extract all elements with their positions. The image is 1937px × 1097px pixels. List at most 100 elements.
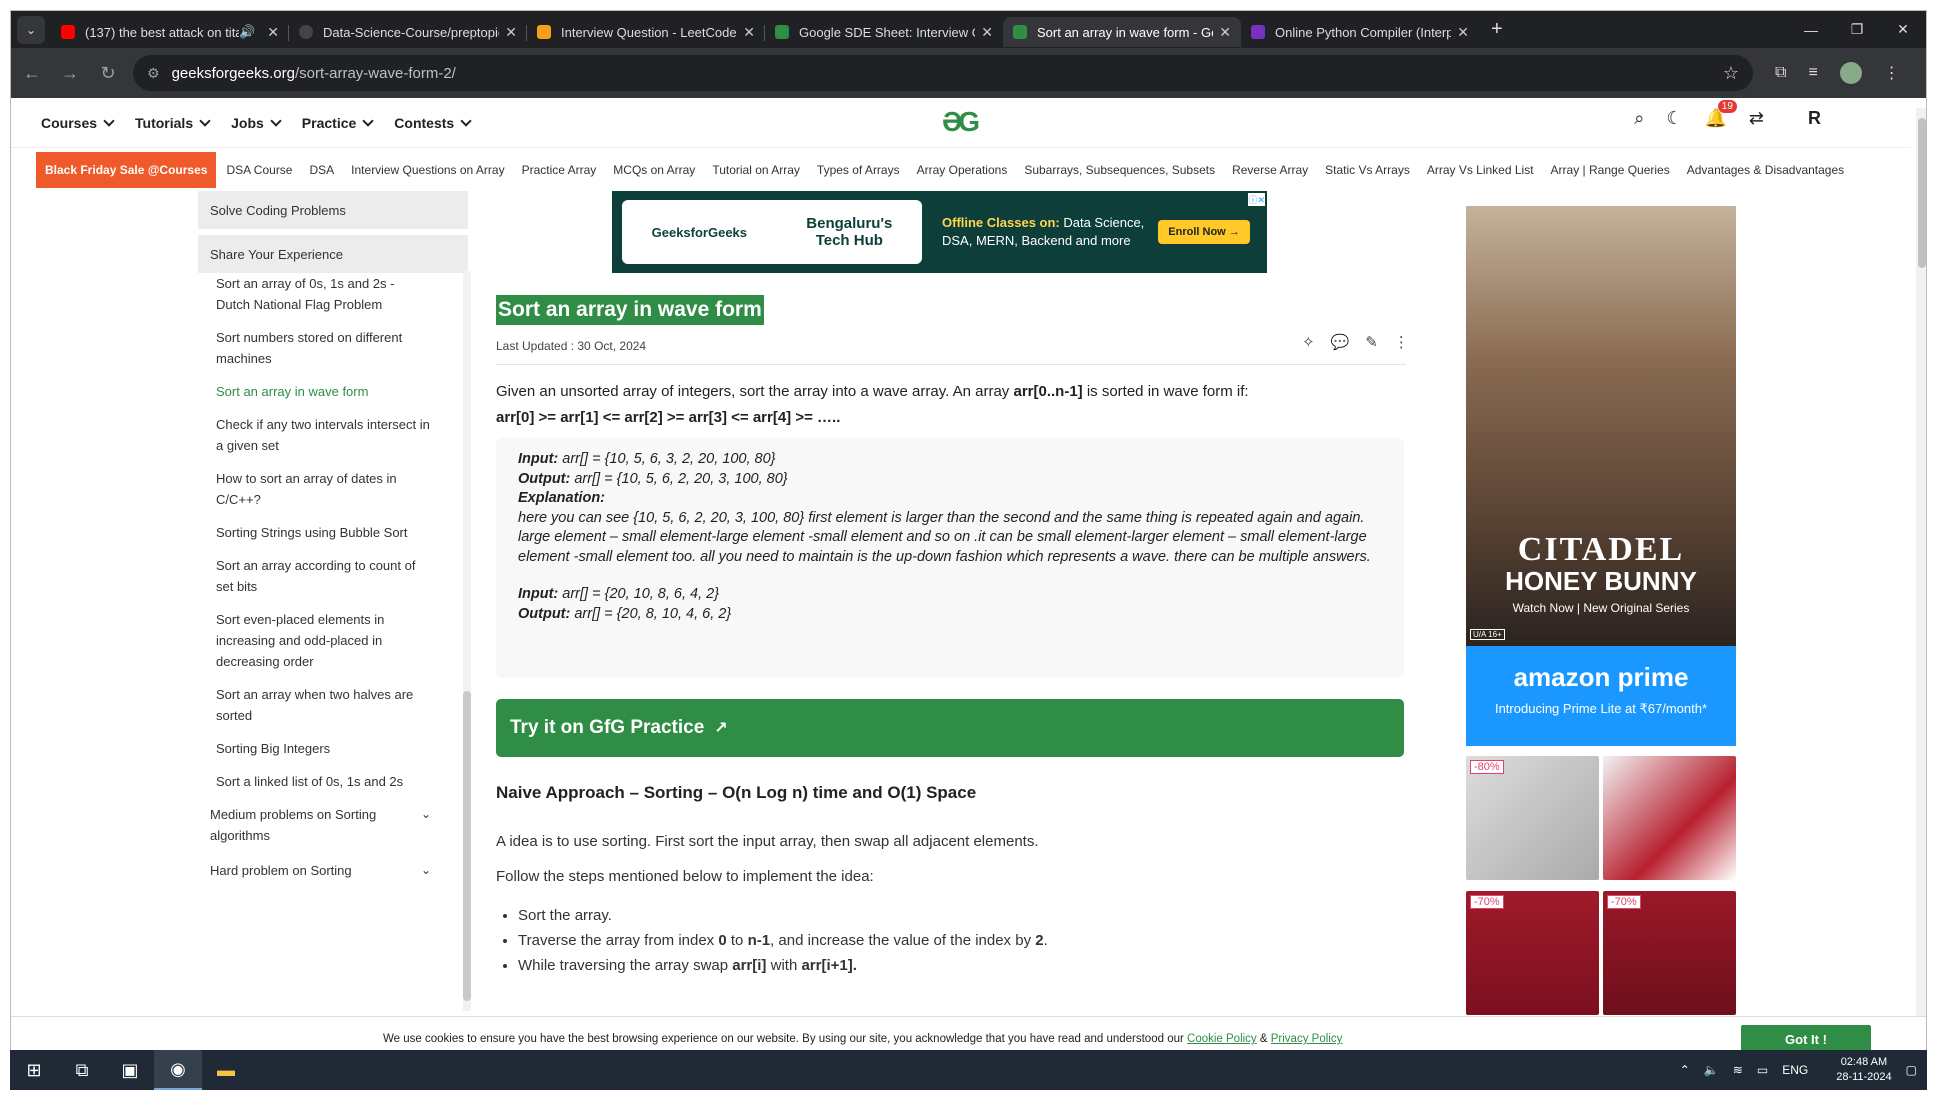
browser-tab[interactable]: Online Python Compiler (Interp ✕ bbox=[1241, 17, 1479, 47]
sidebar-scrollbar[interactable] bbox=[463, 271, 471, 1011]
dark-mode-icon[interactable]: ☾ bbox=[1666, 108, 1682, 129]
search-icon[interactable]: ⌕ bbox=[1634, 108, 1644, 129]
menu-contests[interactable]: Contests bbox=[394, 115, 470, 131]
sidebar-item[interactable]: Sort a linked list of 0s, 1s and 2s bbox=[198, 769, 448, 794]
reload-icon[interactable]: ↻ bbox=[91, 56, 125, 90]
back-icon[interactable]: ← bbox=[15, 56, 49, 90]
battery-icon[interactable]: ▭ bbox=[1757, 1063, 1768, 1077]
subnav-link[interactable]: MCQs on Array bbox=[613, 163, 695, 177]
shoe-ad-tile[interactable]: -70% bbox=[1466, 890, 1599, 1015]
menu-practice[interactable]: Practice bbox=[302, 115, 372, 131]
close-tab-icon[interactable]: ✕ bbox=[267, 24, 279, 41]
minimize-icon[interactable]: — bbox=[1788, 11, 1834, 48]
subnav-link[interactable]: Tutorial on Array bbox=[712, 163, 800, 177]
menu-jobs[interactable]: Jobs bbox=[231, 115, 280, 131]
subnav-link[interactable]: Array | Range Queries bbox=[1551, 163, 1670, 177]
sidebar-item[interactable]: Sort even-placed elements in increasing … bbox=[198, 607, 448, 674]
privacy-policy-link[interactable]: Privacy Policy bbox=[1271, 1033, 1343, 1045]
volume-icon[interactable]: 🔈 bbox=[1704, 1063, 1719, 1077]
browser-tab[interactable]: Interview Question - LeetCode ✕ bbox=[527, 17, 765, 47]
chrome-app-icon[interactable]: ◉ bbox=[154, 1050, 202, 1090]
browser-tab-active[interactable]: Sort an array in wave form - Ge ✕ bbox=[1003, 17, 1241, 47]
sidebar-item[interactable]: Check if any two intervals intersect in … bbox=[198, 412, 448, 458]
browser-tab[interactable]: Google SDE Sheet: Interview Qu ✕ bbox=[765, 17, 1003, 47]
bell-icon[interactable]: 🔔 19 bbox=[1704, 100, 1737, 129]
close-tab-icon[interactable]: ✕ bbox=[1219, 24, 1231, 41]
sidebar-header-solve[interactable]: Solve Coding Problems bbox=[198, 191, 468, 229]
url-bar[interactable]: ⚙ geeksforgeeks.org/sort-array-wave-form… bbox=[133, 55, 1753, 91]
citadel-ad[interactable]: CITADEL HONEY BUNNY Watch Now | New Orig… bbox=[1466, 206, 1736, 746]
close-tab-icon[interactable]: ✕ bbox=[743, 24, 755, 41]
sidebar-item[interactable]: How to sort an array of dates in C/C++? bbox=[198, 466, 448, 512]
browser-menu-icon[interactable]: ⋮ bbox=[1884, 63, 1900, 83]
chevron-up-icon[interactable]: ⌃ bbox=[1680, 1063, 1690, 1077]
site-info-icon[interactable]: ⚙ bbox=[147, 65, 160, 82]
folder-app-icon[interactable]: ▬ bbox=[202, 1050, 250, 1090]
try-on-practice-button[interactable]: Try it on GfG Practice ↗ bbox=[496, 699, 1404, 757]
subnav-link[interactable]: Static Vs Arrays bbox=[1325, 163, 1410, 177]
promo-button[interactable]: Black Friday Sale @Courses bbox=[36, 151, 217, 188]
comment-icon[interactable]: 💬 bbox=[1331, 333, 1350, 351]
subnav-link[interactable]: Interview Questions on Array bbox=[351, 163, 504, 177]
sidebar-item[interactable]: Sorting Strings using Bubble Sort bbox=[198, 520, 448, 545]
sidebar-header-share[interactable]: Share Your Experience bbox=[198, 235, 468, 273]
translate-icon[interactable]: ⇄ bbox=[1749, 108, 1764, 129]
shoe-ad-grid[interactable]: -80% -70% -70% bbox=[1466, 756, 1736, 1021]
language-indicator[interactable]: ENG bbox=[1782, 1063, 1808, 1077]
sidebar-item[interactable]: Sort numbers stored on different machine… bbox=[198, 325, 448, 371]
sidebar-item-active[interactable]: Sort an array in wave form bbox=[198, 379, 448, 404]
browser-tab[interactable]: Data-Science-Course/preptopic ✕ bbox=[289, 17, 527, 47]
cookie-policy-link[interactable]: Cookie Policy bbox=[1187, 1033, 1257, 1045]
forward-icon[interactable]: → bbox=[53, 56, 87, 90]
sidebar-item[interactable]: Sort an array according to count of set … bbox=[198, 553, 448, 599]
sidebar-section-hard[interactable]: Hard problem on Sorting ⌄ bbox=[198, 858, 443, 883]
browser-tab[interactable]: (137) the best attack on tita 🔊 ✕ bbox=[51, 17, 289, 47]
sidebar-item[interactable]: Sort an array when two halves are sorted bbox=[198, 682, 448, 728]
page-scrollbar[interactable] bbox=[1916, 108, 1926, 1016]
speaker-icon[interactable]: 🔊 bbox=[239, 24, 255, 40]
close-tab-icon[interactable]: ✕ bbox=[505, 24, 517, 41]
subnav-link[interactable]: Advantages & Disadvantages bbox=[1687, 163, 1844, 177]
ai-sparkle-icon[interactable]: ✧ bbox=[1302, 333, 1315, 351]
sidebar-item[interactable]: Sorting Big Integers bbox=[198, 736, 448, 761]
ad-banner[interactable]: GeeksforGeeks Bengaluru's Tech Hub Offlin… bbox=[612, 191, 1267, 273]
task-view-icon[interactable]: ⧉ bbox=[58, 1050, 106, 1090]
shoe-ad-tile[interactable]: -80% bbox=[1466, 756, 1599, 880]
sidebar-section-medium[interactable]: Medium problems on Sorting algorithms ⌄ bbox=[198, 802, 443, 848]
close-tab-icon[interactable]: ✕ bbox=[1457, 24, 1469, 41]
explorer-app-icon[interactable]: ▣ bbox=[106, 1050, 154, 1090]
sidebar-scroll-thumb[interactable] bbox=[463, 691, 471, 1001]
tab-search-icon[interactable]: ⌄ bbox=[17, 15, 45, 44]
got-it-button[interactable]: Got It ! bbox=[1741, 1025, 1871, 1053]
subnav-link[interactable]: Practice Array bbox=[522, 163, 597, 177]
shoe-ad-tile[interactable] bbox=[1603, 756, 1736, 880]
bookmark-star-icon[interactable]: ☆ bbox=[1723, 63, 1739, 84]
profile-avatar[interactable] bbox=[1839, 62, 1862, 84]
edit-icon[interactable]: ✎ bbox=[1365, 333, 1378, 351]
shoe-ad-tile[interactable]: -70% bbox=[1603, 890, 1736, 1015]
sidebar-item[interactable]: Sort an array of 0s, 1s and 2s - Dutch N… bbox=[198, 271, 448, 317]
notifications-icon[interactable]: ▢ bbox=[1906, 1063, 1917, 1077]
restore-icon[interactable]: ❐ bbox=[1834, 11, 1880, 48]
menu-courses[interactable]: Courses bbox=[41, 115, 113, 131]
subnav-link[interactable]: Array Operations bbox=[917, 163, 1008, 177]
gfg-logo[interactable]: ƏG bbox=[931, 106, 987, 138]
subnav-link[interactable]: Array Vs Linked List bbox=[1427, 163, 1534, 177]
subnav-link[interactable]: DSA Course bbox=[226, 163, 292, 177]
subnav-link[interactable]: DSA bbox=[309, 163, 334, 177]
page-scroll-thumb[interactable] bbox=[1918, 118, 1926, 268]
subnav-link[interactable]: Reverse Array bbox=[1232, 163, 1308, 177]
subnav-link[interactable]: Types of Arrays bbox=[817, 163, 900, 177]
clock[interactable]: 02:48 AM 28-11-2024 bbox=[1822, 1055, 1891, 1085]
ad-close-icon[interactable]: ⓘ✕ bbox=[1248, 193, 1265, 206]
media-control-icon[interactable]: ≡ bbox=[1808, 64, 1817, 82]
extensions-icon[interactable]: ⧉ bbox=[1775, 64, 1786, 82]
close-tab-icon[interactable]: ✕ bbox=[981, 24, 993, 41]
subnav-link[interactable]: Subarrays, Subsequences, Subsets bbox=[1024, 163, 1215, 177]
windows-start-icon[interactable]: ⊞ bbox=[10, 1050, 58, 1090]
menu-tutorials[interactable]: Tutorials bbox=[135, 115, 209, 131]
close-window-icon[interactable]: ✕ bbox=[1880, 11, 1926, 48]
new-tab-button[interactable]: + bbox=[1491, 18, 1503, 41]
user-avatar[interactable]: R bbox=[1808, 108, 1821, 129]
enroll-now-button[interactable]: Enroll Now → bbox=[1158, 220, 1250, 244]
